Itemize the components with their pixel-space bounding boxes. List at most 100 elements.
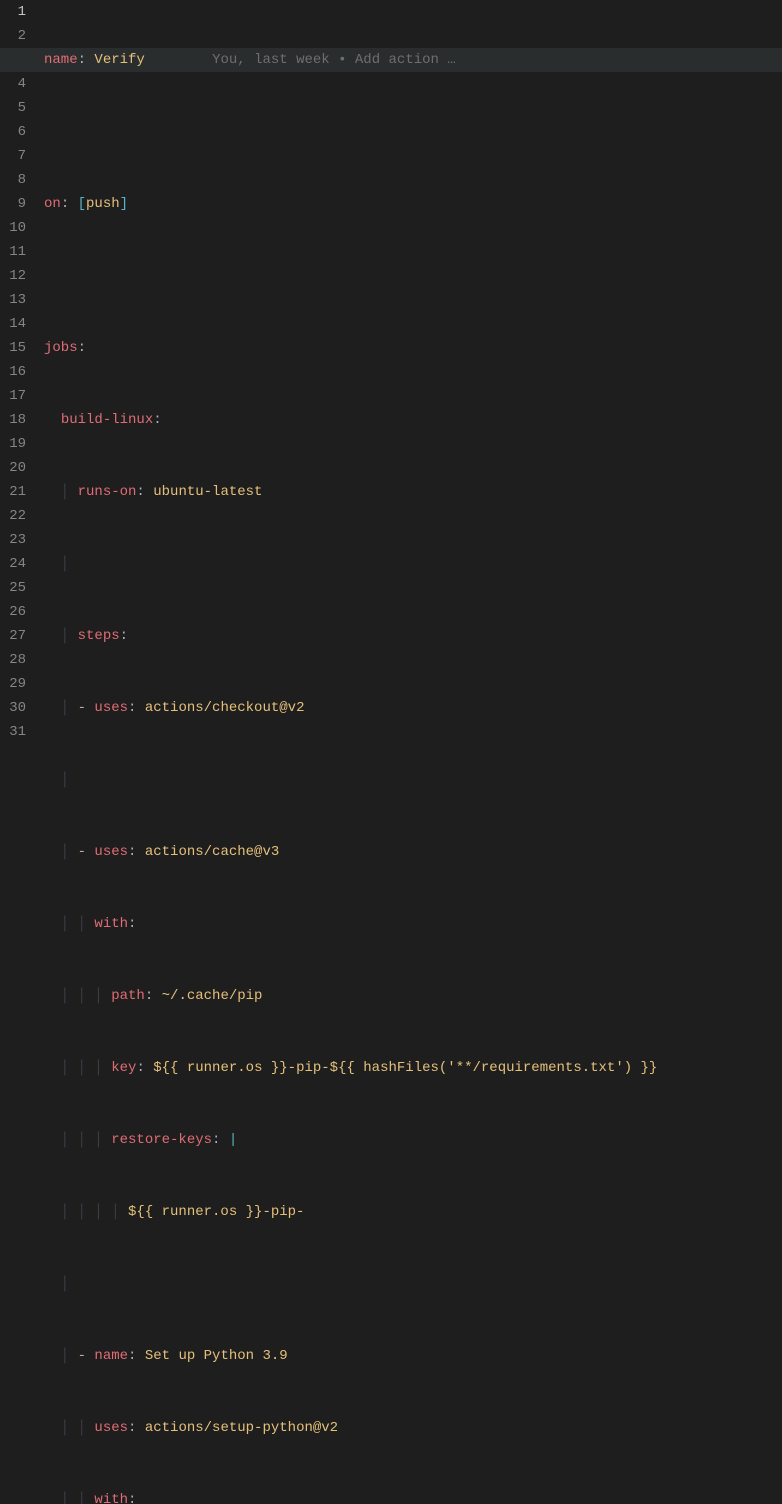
colon: : xyxy=(212,1132,229,1148)
line-number: 15 xyxy=(0,336,26,360)
colon: : xyxy=(145,988,162,1004)
line-number-gutter: 1 2 3 4 5 6 7 8 9 10 11 12 13 14 15 16 1… xyxy=(0,0,44,752)
line-number: 10 xyxy=(0,216,26,240)
dash: - xyxy=(78,844,95,860)
code-line[interactable]: │ - uses: actions/cache@v3 xyxy=(44,840,782,864)
line-number: 6 xyxy=(0,120,26,144)
colon: : xyxy=(128,700,145,716)
colon: : xyxy=(78,340,86,356)
line-number: 31 xyxy=(0,720,26,744)
line-number: 29 xyxy=(0,672,26,696)
line-number: 30 xyxy=(0,696,26,720)
code-line[interactable]: │ xyxy=(44,1272,782,1296)
yaml-key: path xyxy=(111,988,145,1004)
yaml-value: ${{ runner.os }}-pip-${{ hashFiles('**/r… xyxy=(153,1060,657,1076)
code-editor[interactable]: 1 2 3 4 5 6 7 8 9 10 11 12 13 14 15 16 1… xyxy=(0,0,782,752)
code-line[interactable]: │ xyxy=(44,768,782,792)
line-number: 13 xyxy=(0,288,26,312)
yaml-key: with xyxy=(94,1492,128,1504)
yaml-key: uses xyxy=(94,1420,128,1436)
code-line[interactable]: jobs: xyxy=(44,336,782,360)
line-number: 4 xyxy=(0,72,26,96)
colon: : xyxy=(128,1348,145,1364)
code-line[interactable]: name: Verify You, last week • Add action… xyxy=(44,48,782,72)
colon: : xyxy=(128,1420,145,1436)
line-number: 26 xyxy=(0,600,26,624)
yaml-key: restore-keys xyxy=(111,1132,212,1148)
pipe: | xyxy=(229,1132,237,1148)
line-number: 17 xyxy=(0,384,26,408)
code-line[interactable]: │ │ │ │ ${{ runner.os }}-pip- xyxy=(44,1200,782,1224)
line-number: 19 xyxy=(0,432,26,456)
line-number: 16 xyxy=(0,360,26,384)
line-number: 11 xyxy=(0,240,26,264)
yaml-key: runs-on xyxy=(78,484,137,500)
code-content[interactable]: name: Verify You, last week • Add action… xyxy=(44,0,782,752)
colon: : xyxy=(120,628,128,644)
colon: : xyxy=(128,916,136,932)
code-line[interactable]: │ │ uses: actions/setup-python@v2 xyxy=(44,1416,782,1440)
yaml-key: uses xyxy=(94,844,128,860)
colon: : xyxy=(136,1060,153,1076)
yaml-value: actions/setup-python@v2 xyxy=(145,1420,338,1436)
line-number: 8 xyxy=(0,168,26,192)
bracket: [ xyxy=(78,196,86,212)
yaml-value: Set up Python 3.9 xyxy=(145,1348,288,1364)
line-number: 5 xyxy=(0,96,26,120)
line-number: 18 xyxy=(0,408,26,432)
code-line[interactable]: │ │ │ key: ${{ runner.os }}-pip-${{ hash… xyxy=(44,1056,782,1080)
line-number: 7 xyxy=(0,144,26,168)
code-line[interactable]: │ steps: xyxy=(44,624,782,648)
yaml-key: with xyxy=(94,916,128,932)
code-line[interactable]: │ │ with: xyxy=(44,912,782,936)
line-number: 25 xyxy=(0,576,26,600)
code-line[interactable]: │ │ │ path: ~/.cache/pip xyxy=(44,984,782,1008)
yaml-key: on xyxy=(44,196,61,212)
code-line[interactable] xyxy=(44,120,782,144)
colon: : xyxy=(128,844,145,860)
colon: : xyxy=(128,1492,136,1504)
yaml-key: name xyxy=(44,52,78,68)
code-line[interactable]: on: [push] xyxy=(44,192,782,216)
line-number: 1 xyxy=(0,0,26,24)
yaml-value: ${{ runner.os }}-pip- xyxy=(128,1204,304,1220)
line-number: 22 xyxy=(0,504,26,528)
yaml-key: uses xyxy=(94,700,128,716)
colon: : xyxy=(153,412,161,428)
yaml-key: key xyxy=(111,1060,136,1076)
colon: : xyxy=(78,52,95,68)
dash: - xyxy=(78,700,95,716)
line-number: 14 xyxy=(0,312,26,336)
line-number: 23 xyxy=(0,528,26,552)
code-line[interactable]: │ │ with: xyxy=(44,1488,782,1504)
line-number: 12 xyxy=(0,264,26,288)
line-number: 27 xyxy=(0,624,26,648)
yaml-value: actions/checkout@v2 xyxy=(145,700,305,716)
yaml-value: ~/.cache/pip xyxy=(162,988,263,1004)
bracket: ] xyxy=(120,196,128,212)
line-number: 24 xyxy=(0,552,26,576)
yaml-value: actions/cache@v3 xyxy=(145,844,279,860)
yaml-value: push xyxy=(86,196,120,212)
dash: - xyxy=(78,1348,95,1364)
code-line[interactable] xyxy=(44,264,782,288)
line-number: 21 xyxy=(0,480,26,504)
yaml-key: build-linux xyxy=(61,412,153,428)
code-line[interactable]: │ xyxy=(44,552,782,576)
code-line[interactable]: build-linux: xyxy=(44,408,782,432)
code-line[interactable]: │ - name: Set up Python 3.9 xyxy=(44,1344,782,1368)
line-number: 2 xyxy=(0,24,26,48)
yaml-key: steps xyxy=(78,628,120,644)
yaml-key: name xyxy=(94,1348,128,1364)
colon: : xyxy=(136,484,153,500)
yaml-key: jobs xyxy=(44,340,78,356)
git-blame-codelens[interactable]: You, last week • Add action … xyxy=(212,52,456,68)
line-number: 28 xyxy=(0,648,26,672)
code-line[interactable]: │ - uses: actions/checkout@v2 xyxy=(44,696,782,720)
code-line[interactable]: │ runs-on: ubuntu-latest xyxy=(44,480,782,504)
line-number: 9 xyxy=(0,192,26,216)
colon: : xyxy=(61,196,78,212)
code-line[interactable]: │ │ │ restore-keys: | xyxy=(44,1128,782,1152)
yaml-value: Verify xyxy=(94,52,144,68)
line-number: 20 xyxy=(0,456,26,480)
